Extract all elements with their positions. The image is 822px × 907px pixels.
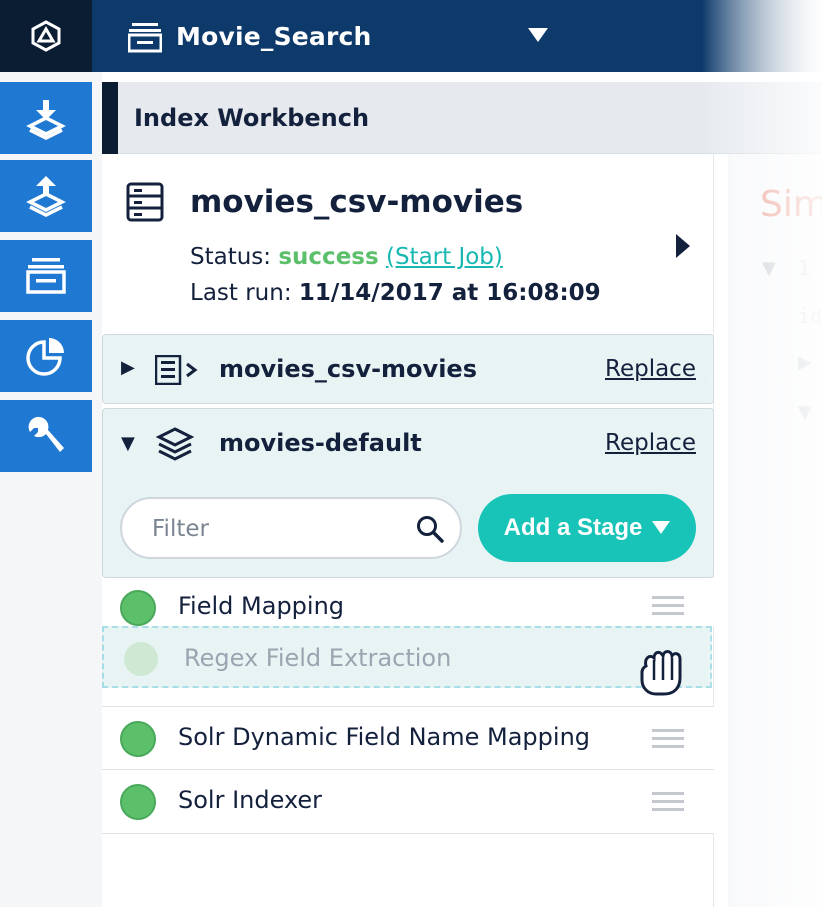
pipeline-replace-link[interactable]: Replace (605, 430, 696, 456)
add-stage-button[interactable]: Add a Stage (478, 494, 696, 562)
collections-icon (26, 258, 66, 294)
preview-panel: Sim ▼ 1 id ▶ ▼ (728, 154, 822, 907)
stage-label: Solr Dynamic Field Name Mapping (178, 723, 591, 751)
index-icon (26, 100, 66, 140)
last-run-label: Last run: (190, 280, 299, 306)
expand-caret-icon[interactable]: ▶ (798, 352, 812, 373)
last-run-value: 11/14/2017 at 16:08:09 (298, 280, 601, 306)
workbench-title: Index Workbench (134, 104, 370, 132)
collapse-caret-icon[interactable]: ▼ (798, 402, 812, 423)
top-bar (0, 0, 822, 72)
stage-status-indicator (124, 642, 158, 676)
datasource-server-icon (126, 182, 164, 222)
pipeline-title: movies-default (219, 429, 422, 457)
stage-item[interactable]: Solr Dynamic Field Name Mapping (102, 706, 714, 770)
stage-status-indicator (120, 721, 156, 757)
search-icon[interactable] (416, 515, 444, 543)
drag-handle-icon[interactable] (652, 594, 684, 618)
preview-title: Sim (760, 184, 822, 225)
analytics-icon (26, 338, 64, 376)
preview-key: id (798, 304, 822, 328)
collapse-caret-icon[interactable]: ▼ (121, 433, 135, 454)
layers-icon (155, 427, 195, 461)
stage-status-indicator (120, 784, 156, 820)
drag-handle-icon[interactable] (652, 727, 684, 751)
platform-logo-icon (31, 20, 61, 52)
caret-down-icon[interactable] (528, 28, 548, 44)
workbench-accent (102, 82, 118, 154)
drag-handle-icon[interactable] (652, 790, 684, 814)
app-stack-icon (128, 23, 162, 53)
status-value: success (278, 244, 379, 270)
datasource-last-run: Last run: 11/14/2017 at 16:08:09 (190, 280, 601, 306)
parser-replace-link[interactable]: Replace (605, 356, 696, 382)
add-stage-label: Add a Stage (503, 514, 643, 541)
stage-label: Regex Field Extraction (184, 644, 452, 672)
datasource-status: Status: success (Start Job) (190, 244, 503, 270)
workbench-header: Index Workbench (102, 82, 822, 154)
expand-caret-icon[interactable]: ▶ (121, 357, 135, 378)
stage-status-indicator (120, 590, 156, 626)
wrench-icon (28, 416, 65, 452)
app-selector[interactable]: Movie_Search (128, 0, 372, 72)
parser-section[interactable]: ▶ movies_csv-movies Replace (102, 334, 714, 404)
stage-label: Solr Indexer (178, 786, 323, 814)
topbar-fade (702, 0, 822, 72)
expand-arrow-icon[interactable] (676, 234, 690, 258)
app-name: Movie_Search (176, 21, 372, 51)
datasource-header: movies_csv-movies Status: success (Start… (126, 180, 706, 320)
collapse-caret-icon[interactable]: ▼ (762, 258, 776, 279)
preview-line-number: 1 (798, 256, 811, 280)
filter-input[interactable] (152, 511, 402, 547)
sidebar-item-index[interactable] (0, 82, 92, 154)
query-icon (26, 176, 66, 217)
sidebar-item-analytics[interactable] (0, 320, 92, 392)
caret-down-icon (652, 521, 671, 534)
stage-item[interactable]: Solr Indexer (102, 770, 714, 834)
platform-logo[interactable] (0, 0, 92, 72)
parser-icon (155, 355, 198, 385)
sidebar-item-query[interactable] (0, 160, 92, 232)
sidebar-item-collections[interactable] (0, 240, 92, 312)
parser-title: movies_csv-movies (219, 355, 477, 383)
sidebar-item-system[interactable] (0, 400, 92, 472)
start-job-link[interactable]: (Start Job) (386, 244, 503, 270)
stage-item[interactable]: Field Mapping (102, 578, 714, 626)
grab-cursor-icon (640, 650, 682, 696)
datasource-name: movies_csv-movies (190, 184, 524, 220)
stage-filter[interactable] (120, 497, 462, 559)
stage-label: Field Mapping (178, 592, 345, 620)
dragging-stage-item[interactable]: Regex Field Extraction (102, 626, 712, 688)
status-label: Status: (190, 244, 279, 270)
